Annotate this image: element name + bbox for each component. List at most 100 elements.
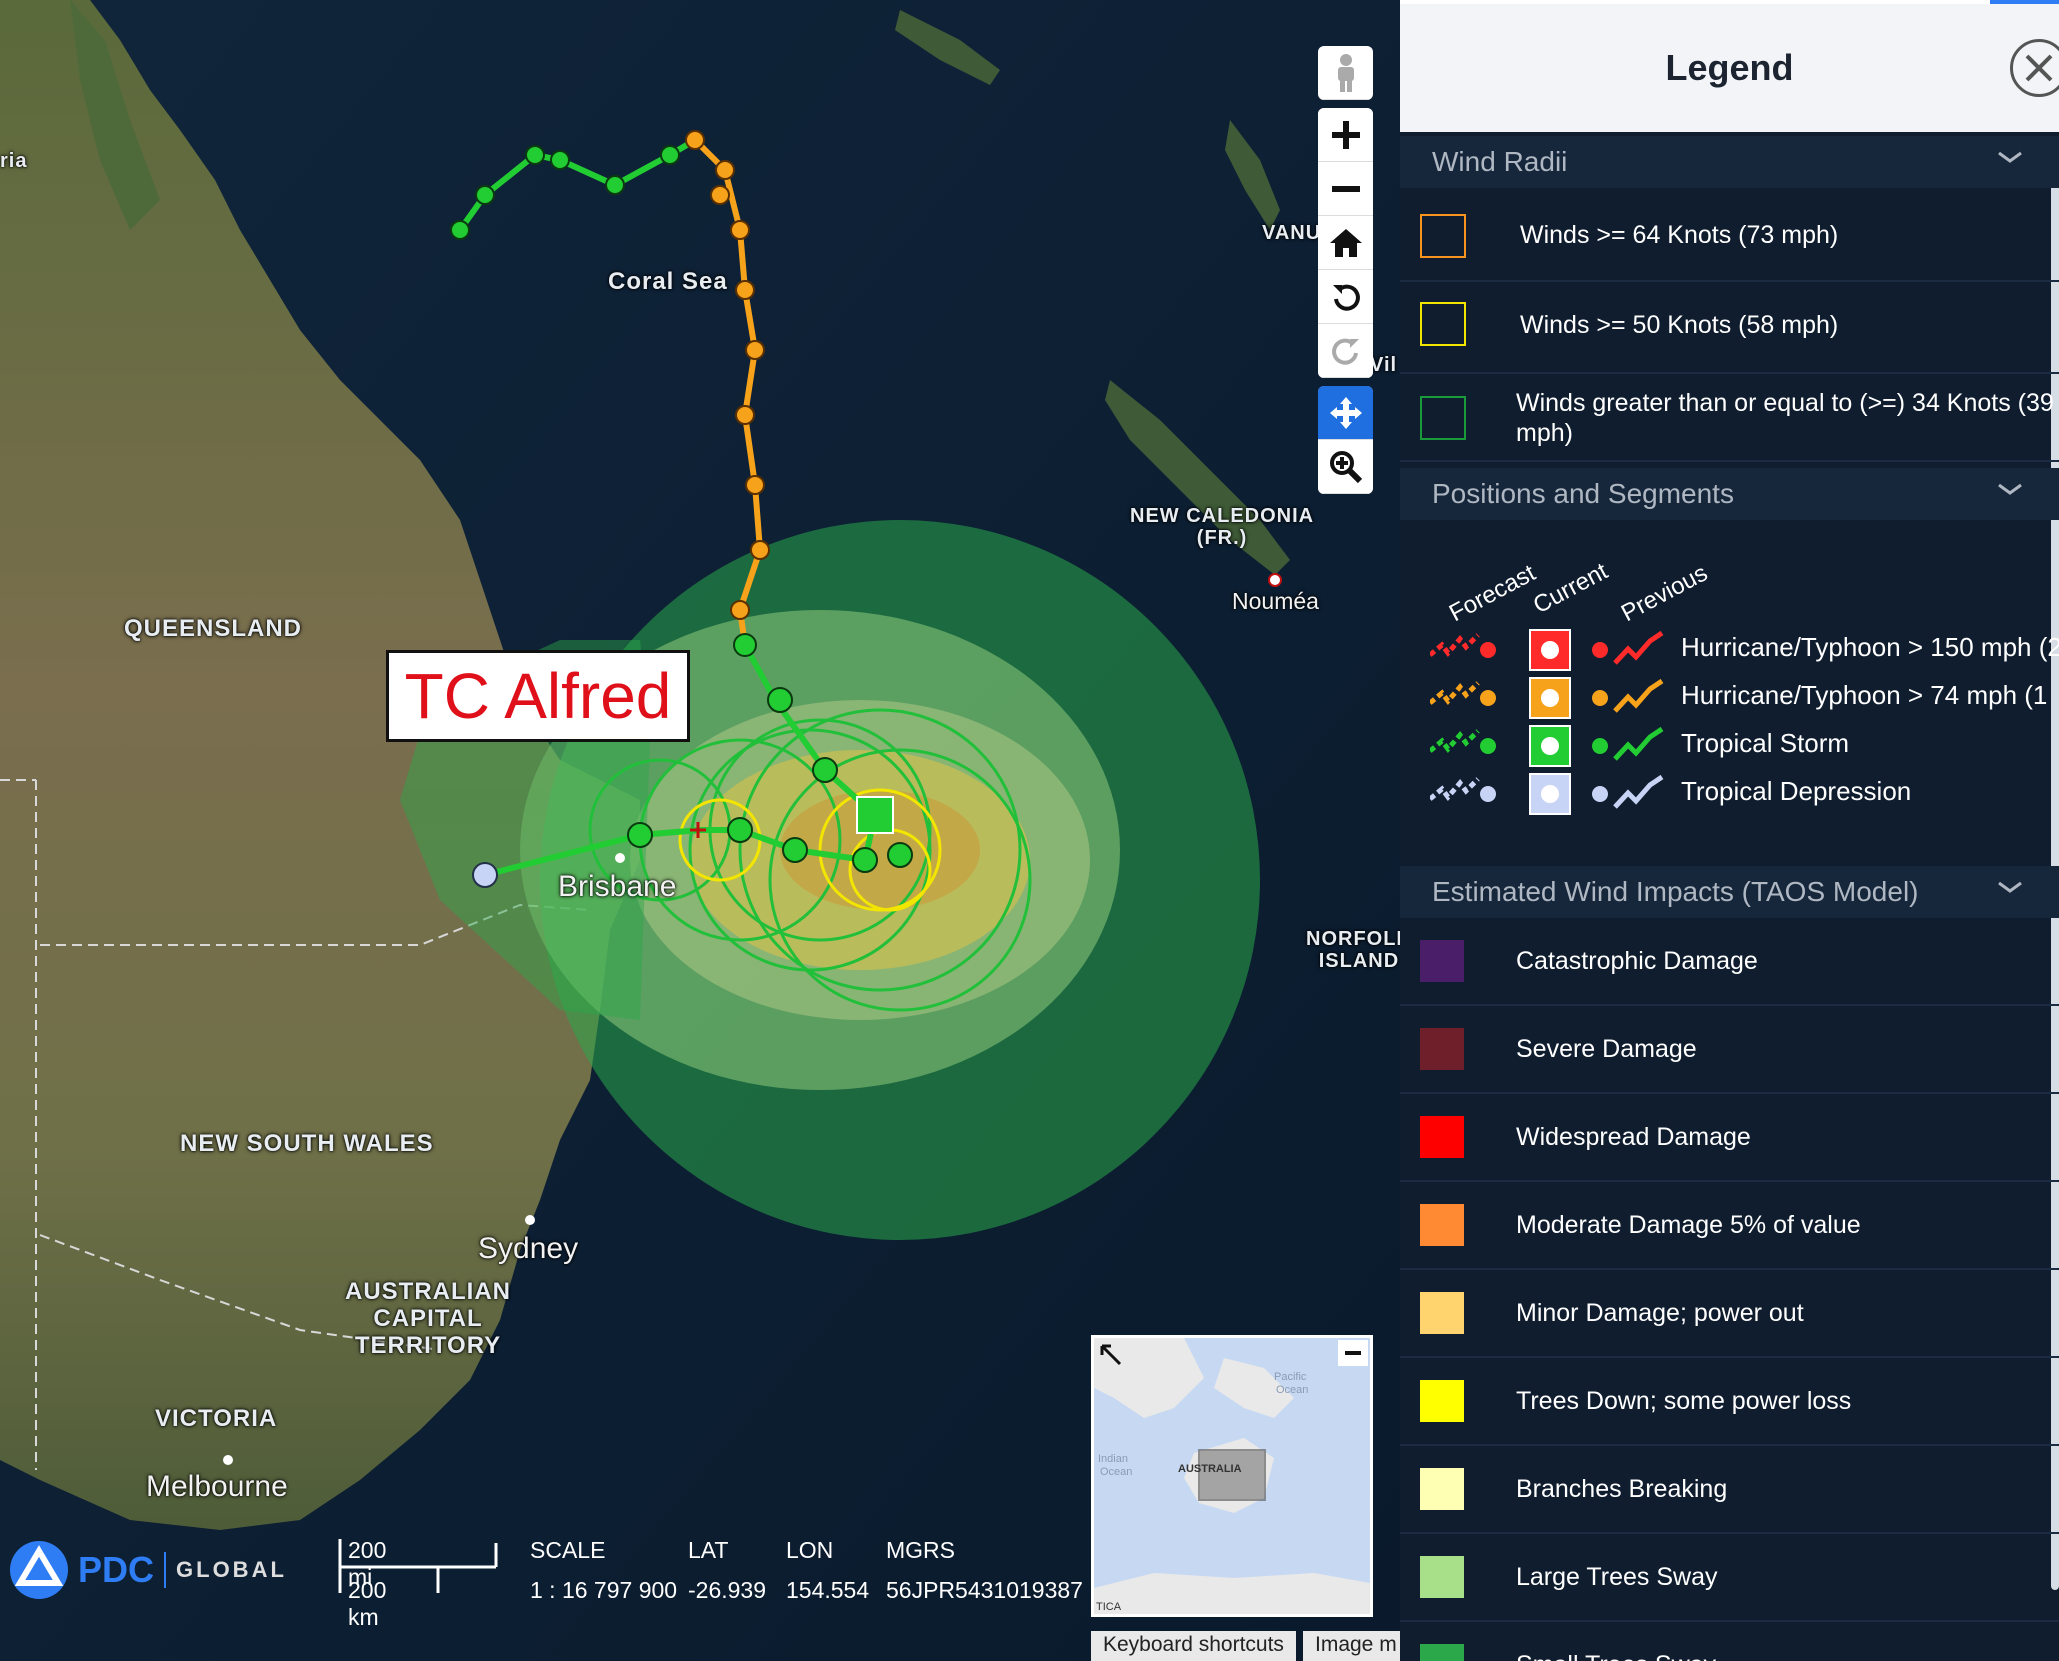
- svg-text:AUSTRALIA: AUSTRALIA: [1178, 1463, 1242, 1475]
- position-label-tropical-storm: Tropical Storm: [1681, 728, 1850, 758]
- legend-label-34kt: Winds greater than or equal to (>=) 34 K…: [1516, 389, 2054, 447]
- map-label-nsw: NEW SOUTH WALES: [180, 1130, 434, 1157]
- map-status-bar: PDC GLOBAL 200 mi 200 km SCALE LAT LON M…: [0, 1525, 1090, 1630]
- legend-label-widespread: Widespread Damage: [1516, 1123, 1751, 1151]
- legend-row-50kt: Winds >= 50 Knots (58 mph): [1400, 282, 2059, 374]
- swatch-small-trees: [1420, 1644, 1464, 1661]
- rotate-right-button[interactable]: [1318, 324, 1373, 378]
- overview-expand-icon[interactable]: [1100, 1344, 1122, 1366]
- city-label-sydney: Sydney: [478, 1232, 579, 1265]
- legend-row-34kt: Winds greater than or equal to (>=) 34 K…: [1400, 374, 2059, 462]
- pdc-logo-icon: [10, 1541, 68, 1599]
- positions-symbols: [1430, 629, 1664, 815]
- swatch-branches: [1420, 1468, 1464, 1510]
- legend-row-branches: Branches Breaking: [1400, 1446, 2059, 1534]
- stat-scale-value: 1 : 16 797 900: [530, 1577, 678, 1603]
- column-previous: Previous: [1616, 559, 1712, 628]
- legend-row-catastrophic: Catastrophic Damage: [1400, 918, 2059, 1006]
- swatch-severe: [1420, 1028, 1464, 1070]
- map-label-coral-sea: Coral Sea: [608, 268, 728, 295]
- map-label-vi-edge: Vil: [1370, 354, 1398, 376]
- chevron-down-icon: [1995, 872, 2025, 907]
- pdc-logo-text: PDC: [78, 1549, 155, 1590]
- overview-map[interactable]: Pacific Ocean Indian Ocean AUSTRALIA TIC…: [1091, 1335, 1373, 1617]
- section-title-positions: Positions and Segments: [1432, 478, 1734, 509]
- overview-map-canvas: Pacific Ocean Indian Ocean AUSTRALIA TIC…: [1094, 1338, 1370, 1614]
- keyboard-shortcuts-link[interactable]: Keyboard shortcuts: [1091, 1631, 1296, 1661]
- tool-group: [1318, 386, 1373, 494]
- legend-label-moderate: Moderate Damage 5% of value: [1516, 1211, 1861, 1239]
- pan-button[interactable]: [1318, 386, 1373, 440]
- street-view-button[interactable]: [1318, 46, 1373, 100]
- stat-mgrs-value: 56JPR5431019387: [886, 1577, 1083, 1603]
- legend-row-small-trees: Small Trees Sway: [1400, 1622, 2059, 1661]
- position-label-tropical-depression: Tropical Depression: [1681, 776, 1912, 806]
- section-header-positions[interactable]: Positions and Segments: [1400, 468, 2059, 520]
- home-icon: [1329, 228, 1362, 257]
- street-view-group: [1318, 46, 1373, 100]
- rotate-left-button[interactable]: [1318, 270, 1373, 324]
- column-current: Current: [1528, 557, 1613, 620]
- plus-icon: [1331, 120, 1360, 149]
- section-header-wind-radii[interactable]: Wind Radii: [1400, 136, 2059, 188]
- legend-label-50kt: Winds >= 50 Knots (58 mph): [1520, 311, 1839, 339]
- legend-label-trees-down: Trees Down; some power loss: [1516, 1387, 1852, 1415]
- stat-mgrs-header: MGRS: [886, 1537, 955, 1563]
- legend-label-large-trees: Large Trees Sway: [1516, 1563, 1718, 1591]
- rotate-right-icon: [1331, 338, 1359, 365]
- legend-row-severe: Severe Damage: [1400, 1006, 2059, 1094]
- zoom-in-button[interactable]: [1318, 108, 1373, 162]
- map-label-act: AUSTRALIAN CAPITAL TERRITORY: [345, 1278, 511, 1359]
- positions-block: Forecast Current Previous Hurricane/Typh…: [1400, 520, 2059, 860]
- legend-row-moderate: Moderate Damage 5% of value: [1400, 1182, 2059, 1270]
- map-toolbar: [1318, 46, 1373, 502]
- chevron-down-icon: [1995, 142, 2025, 177]
- close-icon: [2025, 54, 2053, 82]
- zoom-out-button[interactable]: [1318, 162, 1373, 216]
- overview-collapse-button[interactable]: [1338, 1340, 1368, 1366]
- image-link[interactable]: Image m: [1303, 1631, 1403, 1661]
- swatch-minor: [1420, 1292, 1464, 1334]
- map-label-australia-edge: ria: [0, 150, 28, 172]
- magnifier-icon: [1329, 450, 1362, 483]
- pan-icon: [1329, 396, 1362, 429]
- swatch-moderate: [1420, 1204, 1464, 1246]
- legend-row-trees-down: Trees Down; some power loss: [1400, 1358, 2059, 1446]
- legend-row-minor: Minor Damage; power out: [1400, 1270, 2059, 1358]
- svg-text:TICA: TICA: [1096, 1601, 1122, 1613]
- map-label-new-caledonia: NEW CALEDONIA (FR.): [1130, 505, 1315, 549]
- map-label-victoria: VICTORIA: [155, 1405, 278, 1432]
- zoom-nav-group: [1318, 108, 1373, 378]
- city-label-brisbane: Brisbane: [558, 870, 677, 903]
- section-header-wind-impacts[interactable]: Estimated Wind Impacts (TAOS Model): [1400, 866, 2059, 918]
- legend-label-severe: Severe Damage: [1516, 1035, 1697, 1063]
- legend-label-minor: Minor Damage; power out: [1516, 1299, 1804, 1327]
- legend-row-large-trees: Large Trees Sway: [1400, 1534, 2059, 1622]
- legend-header: Legend: [1400, 4, 2059, 132]
- legend-label-branches: Branches Breaking: [1516, 1475, 1728, 1503]
- minus-icon: [1345, 1351, 1361, 1355]
- swatch-trees-down: [1420, 1380, 1464, 1422]
- stat-scale-header: SCALE: [530, 1537, 606, 1563]
- map-label-norfolk-island: NORFOLK ISLAND: [1306, 928, 1400, 972]
- home-button[interactable]: [1318, 216, 1373, 270]
- swatch-50kt: [1420, 302, 1466, 346]
- storm-name-label: TC Alfred: [386, 650, 690, 742]
- stat-lat-value: -26.939: [688, 1577, 767, 1603]
- chevron-down-icon: [1995, 474, 2025, 509]
- street-view-icon: [1337, 53, 1354, 92]
- rotate-left-icon: [1332, 284, 1360, 311]
- legend-row-widespread: Widespread Damage: [1400, 1094, 2059, 1182]
- stat-lat-header: LAT: [688, 1537, 729, 1563]
- swatch-large-trees: [1420, 1556, 1464, 1598]
- zoom-box-button[interactable]: [1318, 440, 1373, 494]
- svg-text:Pacific Ocean: Pacific Ocean: [1274, 1371, 1309, 1396]
- minus-icon: [1331, 185, 1360, 192]
- position-label-hurricane-150: Hurricane/Typhoon > 150 mph (2: [1681, 632, 2059, 662]
- swatch-34kt: [1420, 396, 1466, 440]
- stat-lon-header: LON: [786, 1537, 834, 1563]
- swatch-catastrophic: [1420, 940, 1464, 982]
- section-title-wind-radii: Wind Radii: [1432, 146, 1568, 177]
- map-label-queensland: QUEENSLAND: [124, 615, 303, 642]
- legend-close-button[interactable]: [2010, 39, 2059, 97]
